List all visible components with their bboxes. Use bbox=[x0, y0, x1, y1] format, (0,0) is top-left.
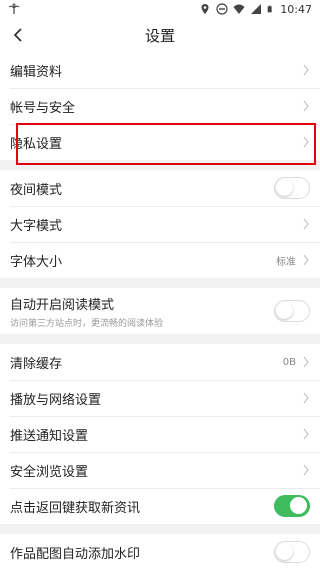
chevron-right-icon bbox=[303, 64, 309, 76]
row-label: 编辑资料 bbox=[10, 64, 63, 80]
edit-profile-row[interactable]: 编辑资料 bbox=[0, 52, 320, 88]
cache-size-value: 0B bbox=[282, 356, 296, 368]
account-security-row[interactable]: 帐号与安全 bbox=[0, 88, 320, 124]
row-label: 播放与网络设置 bbox=[10, 392, 102, 408]
row-label: 隐私设置 bbox=[10, 136, 63, 152]
row-label: 帐号与安全 bbox=[10, 100, 76, 116]
row-label: 夜间模式 bbox=[10, 182, 63, 198]
row-label: 大字模式 bbox=[10, 218, 63, 234]
night-mode-row: 夜间模式 bbox=[0, 170, 320, 206]
toggle-knob bbox=[276, 179, 293, 196]
chevron-right-icon bbox=[303, 428, 309, 440]
watermark-row: 作品配图自动添加水印 bbox=[0, 534, 320, 569]
toggle-knob bbox=[276, 543, 293, 560]
chevron-right-icon bbox=[303, 100, 309, 112]
back-button[interactable] bbox=[6, 23, 30, 47]
toggle-knob bbox=[276, 302, 293, 319]
back-key-refresh-row: 点击返回键获取新资讯 bbox=[0, 488, 320, 524]
chevron-right-icon bbox=[303, 392, 309, 404]
row-label: 安全浏览设置 bbox=[10, 464, 89, 480]
nav-bar: 设置 bbox=[0, 18, 320, 52]
signal-icon bbox=[251, 4, 262, 14]
chevron-right-icon bbox=[303, 356, 309, 368]
font-size-row[interactable]: 字体大小 标准 bbox=[0, 242, 320, 278]
general-group: 清除缓存 0B 播放与网络设置 推送通知设置 安全浏览设置 点击返回键获取新资讯 bbox=[0, 344, 320, 524]
chevron-right-icon bbox=[303, 254, 309, 266]
playback-network-row[interactable]: 播放与网络设置 bbox=[0, 380, 320, 416]
auto-reading-mode-row: 自动开启阅读模式 访问第三方站点时，更流畅的阅读体验 bbox=[0, 288, 320, 334]
status-bar: 10:47 bbox=[0, 0, 320, 18]
row-label: 作品配图自动添加水印 bbox=[10, 546, 141, 562]
chevron-right-icon bbox=[303, 218, 309, 230]
watermark-group: 作品配图自动添加水印 bbox=[0, 534, 320, 569]
watermark-toggle[interactable] bbox=[274, 541, 310, 563]
row-label: 字体大小 bbox=[10, 254, 63, 270]
wifi-icon bbox=[233, 4, 245, 14]
push-notification-row[interactable]: 推送通知设置 bbox=[0, 416, 320, 452]
do-not-disturb-icon bbox=[216, 3, 228, 15]
font-size-value: 标准 bbox=[276, 256, 296, 268]
clear-cache-row[interactable]: 清除缓存 0B bbox=[0, 344, 320, 380]
chevron-right-icon bbox=[303, 464, 309, 476]
page-title: 设置 bbox=[144, 26, 175, 45]
row-label: 自动开启阅读模式 bbox=[10, 297, 115, 313]
row-label: 点击返回键获取新资讯 bbox=[10, 500, 141, 516]
privacy-settings-row[interactable]: 隐私设置 bbox=[0, 124, 320, 160]
battery-icon bbox=[267, 5, 272, 13]
back-key-refresh-toggle[interactable] bbox=[274, 495, 310, 517]
night-mode-toggle[interactable] bbox=[274, 177, 310, 199]
location-icon bbox=[201, 4, 209, 14]
auto-reading-mode-toggle[interactable] bbox=[274, 300, 310, 322]
reading-group: 自动开启阅读模式 访问第三方站点时，更流畅的阅读体验 bbox=[0, 288, 320, 334]
toggle-knob bbox=[290, 497, 307, 514]
row-sublabel: 访问第三方站点时，更流畅的阅读体验 bbox=[10, 318, 164, 329]
display-group: 夜间模式 大字模式 字体大小 标准 bbox=[0, 170, 320, 278]
row-label: 清除缓存 bbox=[10, 356, 63, 372]
chevron-right-icon bbox=[303, 136, 309, 148]
chevron-left-icon bbox=[13, 28, 22, 42]
status-time: 10:47 bbox=[280, 2, 312, 16]
large-text-row[interactable]: 大字模式 bbox=[0, 206, 320, 242]
account-group: 编辑资料 帐号与安全 隐私设置 bbox=[0, 52, 320, 160]
safe-browsing-row[interactable]: 安全浏览设置 bbox=[0, 452, 320, 488]
palm-tree-icon bbox=[8, 3, 20, 14]
row-label: 推送通知设置 bbox=[10, 428, 89, 444]
